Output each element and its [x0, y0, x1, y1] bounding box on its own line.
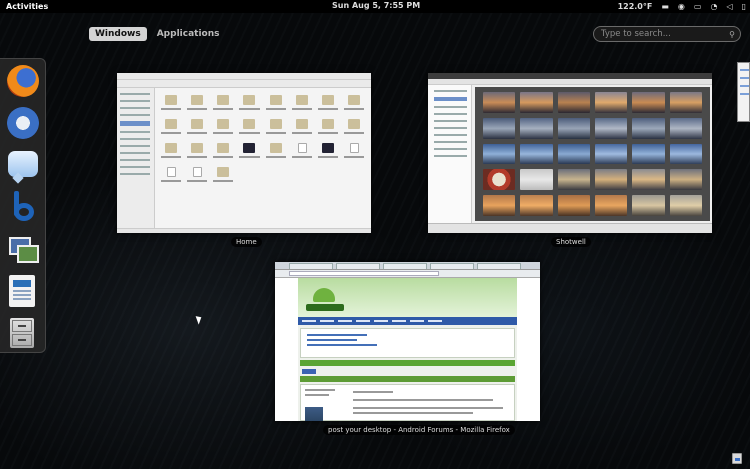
- browser-tab-strip: [275, 262, 540, 270]
- window-footer: [428, 223, 712, 233]
- search-entry[interactable]: Type to search... ⚲: [593, 26, 741, 42]
- thunderbird-icon[interactable]: [7, 107, 39, 139]
- folder-icon: [158, 93, 184, 117]
- dash: [0, 58, 46, 353]
- folder-icon: [184, 141, 210, 165]
- image-file-icon: [315, 141, 341, 165]
- banshee-icon[interactable]: [7, 191, 39, 223]
- tab-applications[interactable]: Applications: [151, 27, 226, 41]
- folder-icon: [289, 117, 315, 141]
- window-caption-firefox: post your desktop - Android Forums - Moz…: [323, 425, 515, 435]
- firefox-icon[interactable]: [7, 65, 39, 97]
- forum-post: [300, 384, 515, 421]
- folder-icon: [236, 93, 262, 117]
- reply-button: [302, 369, 316, 374]
- photo-grid: [475, 87, 710, 221]
- document-icon: [341, 141, 367, 165]
- file-cabinet-icon[interactable]: [10, 318, 34, 348]
- image-file-icon: [236, 141, 262, 165]
- folder-icon: [210, 93, 236, 117]
- folder-icon: [289, 93, 315, 117]
- window-shotwell-thumbnail[interactable]: [428, 73, 712, 233]
- system-tray: 122.0°F ▬ ◉ ▭ ◔ ◁ ▯: [618, 0, 746, 13]
- wifi-icon[interactable]: ◔: [710, 0, 717, 13]
- folder-icon: [158, 117, 184, 141]
- folder-icon: [158, 141, 184, 165]
- folder-icon: [184, 93, 210, 117]
- avatar: [305, 407, 323, 421]
- android-logo-icon: [313, 288, 335, 302]
- view-selector: Windows Applications: [89, 27, 225, 41]
- url-bar: [289, 271, 439, 276]
- file-grid: [158, 93, 367, 225]
- status-bar: [117, 228, 371, 233]
- folder-icon: [263, 117, 289, 141]
- window-firefox-thumbnail[interactable]: [275, 262, 540, 421]
- workspace-thumbnail[interactable]: [737, 62, 750, 122]
- browser-navbar: [275, 270, 540, 278]
- site-header: [298, 278, 517, 317]
- folder-icon: [341, 117, 367, 141]
- folder-icon: [210, 117, 236, 141]
- window-caption-files: Home: [231, 237, 262, 247]
- breadcrumb-box: [300, 328, 515, 358]
- folder-icon: [184, 117, 210, 141]
- window-menubar: [117, 73, 371, 80]
- folder-icon: [315, 93, 341, 117]
- writer-icon[interactable]: [9, 275, 35, 307]
- places-sidebar: [117, 88, 155, 228]
- post-toolbar: [300, 376, 515, 382]
- top-bar: Activities Sun Aug 5, 7:55 PM 122.0°F ▬ …: [0, 0, 750, 13]
- document-icon: [158, 165, 184, 189]
- accessibility-icon[interactable]: ◉: [678, 0, 685, 13]
- document-icon: [289, 141, 315, 165]
- document-icon: [184, 165, 210, 189]
- web-page: [298, 278, 517, 421]
- window-caption-shotwell: Shotwell: [551, 237, 591, 247]
- activities-button[interactable]: Activities: [6, 2, 48, 11]
- tab-windows[interactable]: Windows: [89, 27, 147, 41]
- folder-icon: [263, 141, 289, 165]
- window-toolbar: [117, 80, 371, 88]
- library-sidebar: [428, 85, 472, 223]
- empathy-icon[interactable]: [8, 151, 38, 177]
- folder-icon: [341, 93, 367, 117]
- message-tray-icon[interactable]: [732, 453, 742, 464]
- folder-icon: [315, 117, 341, 141]
- battery-icon[interactable]: ▯: [742, 0, 746, 13]
- folder-icon: [210, 165, 236, 189]
- keyboard-icon[interactable]: ▭: [694, 0, 702, 13]
- mouse-pointer-icon: [195, 314, 204, 325]
- forum-toolbar: [300, 360, 515, 366]
- site-navbar: [298, 317, 517, 325]
- shotwell-icon[interactable]: [7, 235, 39, 267]
- site-logo: [306, 304, 344, 311]
- search-placeholder: Type to search...: [601, 29, 671, 39]
- clock[interactable]: Sun Aug 5, 7:55 PM: [332, 1, 420, 10]
- folder-icon: [210, 141, 236, 165]
- temperature-readout[interactable]: 122.0°F: [618, 0, 653, 13]
- volume-icon[interactable]: ◁: [726, 0, 732, 13]
- window-files-thumbnail[interactable]: [117, 73, 371, 233]
- folder-icon: [263, 93, 289, 117]
- search-icon: ⚲: [729, 29, 735, 39]
- folder-icon[interactable]: ▬: [661, 0, 669, 13]
- folder-icon: [236, 117, 262, 141]
